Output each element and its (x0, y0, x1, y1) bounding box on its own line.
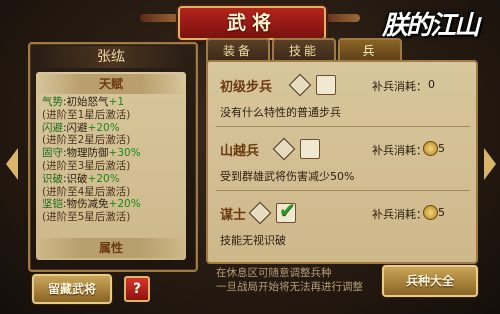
next-hero-arrow-icon[interactable] (484, 148, 496, 180)
troop-name: 谋士 (220, 208, 247, 223)
cost-label: 补兵消耗： (372, 144, 427, 157)
talent-header: 天赋 (36, 74, 186, 94)
cost-label: 补兵消耗： (372, 208, 427, 221)
troop-select-checkbox[interactable]: ✔ (276, 198, 296, 223)
troop-item[interactable]: 山越兵 补兵消耗： 5 受到群雄武将伤害减少50% (216, 134, 470, 191)
tab-equipment[interactable]: 装备 (206, 38, 270, 62)
talent-condition: (进阶至2星后激活) (42, 134, 131, 147)
coin-icon (423, 205, 438, 220)
troop-type-icon (248, 201, 272, 225)
cost-value: 0 (428, 78, 435, 91)
talent-row: 闪避:闪避+20% (42, 121, 120, 134)
prev-hero-arrow-icon[interactable] (6, 148, 18, 180)
check-icon: ✔ (279, 198, 296, 222)
talent-condition: (进阶至3星后激活) (42, 159, 131, 172)
hero-name: 张纮 (36, 46, 186, 68)
talent-condition: (进阶至4星后激活) (42, 185, 131, 198)
troop-name: 山越兵 (220, 144, 260, 159)
troop-select-checkbox[interactable] (300, 139, 320, 159)
troop-description: 技能无视识破 (220, 234, 286, 247)
cost-label: 补兵消耗： (372, 80, 427, 93)
title-ornament-right (320, 14, 360, 22)
troop-panel: 初级步兵 补兵消耗： 0 没有什么特性的普通步兵 山越兵 补兵消耗： 5 受到群… (206, 60, 478, 264)
troop-description: 没有什么特性的普通步兵 (220, 106, 341, 119)
title-banner: 武将 (178, 6, 326, 40)
troop-type-icon (272, 137, 296, 161)
troop-hint: 在休息区可随意调整兵种 一旦战局开始将无法再进行调整 (216, 266, 386, 294)
tab-troops[interactable]: 兵 (338, 38, 402, 62)
title-ornament-left (140, 14, 180, 22)
talent-row: 固守:物理防御+30% (42, 147, 141, 160)
collect-hero-button[interactable]: 留藏武将 (32, 274, 112, 304)
troop-guide-button[interactable]: 兵种大全 (382, 265, 478, 297)
help-button[interactable]: ? (124, 276, 150, 302)
talent-row: 识破:识破+20% (42, 172, 120, 185)
hint-line: 在休息区可随意调整兵种 (216, 267, 332, 279)
troop-name: 初级步兵 (220, 80, 273, 95)
troop-item[interactable]: 谋士 ✔ 补兵消耗： 5 技能无视识破 (216, 198, 470, 254)
cost-value: 5 (438, 142, 445, 155)
talent-condition: (进阶至1星后激活) (42, 108, 131, 121)
troop-type-icon (288, 73, 312, 97)
troop-select-checkbox[interactable] (316, 75, 336, 95)
coin-icon (423, 141, 438, 156)
talent-list: 气势:初始怒气+1 (进阶至1星后激活) 闪避:闪避+20% (进阶至2星后激活… (42, 96, 184, 224)
cost-value: 5 (438, 206, 445, 219)
tab-skills[interactable]: 技能 (272, 38, 336, 62)
talent-row: 气势:初始怒气+1 (42, 96, 125, 108)
talent-box: 天赋 气势:初始怒气+1 (进阶至1星后激活) 闪避:闪避+20% (进阶至2星… (36, 72, 186, 260)
hint-line: 一旦战局开始将无法再进行调整 (216, 281, 363, 293)
page-title: 武将 (226, 12, 277, 34)
troop-item[interactable]: 初级步兵 补兵消耗： 0 没有什么特性的普通步兵 (216, 70, 470, 127)
attribute-header[interactable]: 属性 (36, 238, 186, 258)
talent-condition: (进阶至5星后激活) (42, 211, 131, 224)
troop-description: 受到群雄武将伤害减少50% (220, 170, 355, 183)
talent-row: 坚铠:物伤减免+20% (42, 198, 141, 211)
